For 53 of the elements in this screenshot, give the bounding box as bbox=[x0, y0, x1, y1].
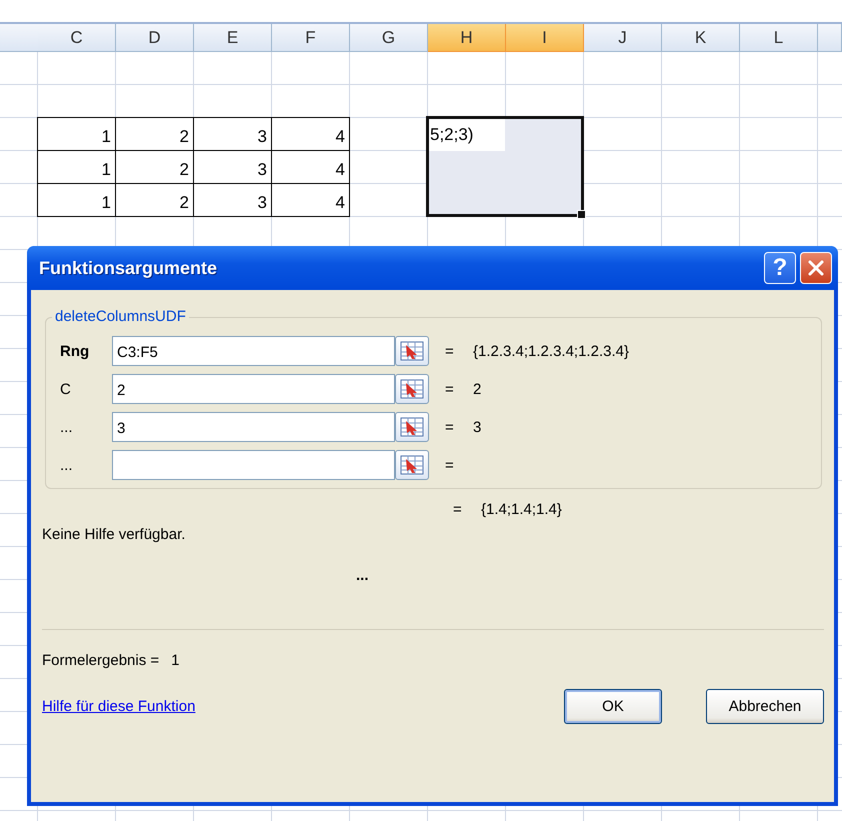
column-header[interactable]: H bbox=[428, 24, 506, 52]
argument-field[interactable]: 3 bbox=[112, 412, 395, 442]
column-header[interactable]: J bbox=[584, 24, 662, 52]
help-button[interactable]: ? bbox=[764, 252, 796, 284]
argument-description: ... bbox=[356, 567, 369, 584]
dialog-button[interactable]: OK bbox=[564, 689, 662, 724]
column-header[interactable]: E bbox=[194, 24, 272, 52]
fill-handle[interactable] bbox=[577, 210, 586, 219]
collapse-dialog-button[interactable] bbox=[395, 374, 429, 404]
argument-field[interactable]: 2 bbox=[112, 374, 395, 404]
equals-sign: = bbox=[445, 342, 455, 360]
argument-field[interactable] bbox=[112, 450, 395, 480]
table-cell: 1 bbox=[37, 117, 116, 151]
column-header[interactable]: C bbox=[38, 24, 116, 52]
table-cell: 4 bbox=[271, 117, 350, 151]
argument-value: {1.2.3.4;1.2.3.4;1.2.3.4} bbox=[473, 342, 629, 360]
column-header[interactable]: D bbox=[116, 24, 194, 52]
dialog-button[interactable]: Abbrechen bbox=[706, 689, 824, 724]
function-description: Keine Hilfe verfügbar. bbox=[42, 526, 186, 543]
equals-sign: = bbox=[445, 380, 455, 398]
column-header[interactable]: F bbox=[272, 24, 350, 52]
column-header-corner bbox=[0, 24, 38, 52]
collapse-dialog-button[interactable] bbox=[395, 450, 429, 480]
sheet-arrow-icon bbox=[399, 378, 425, 400]
argument-field[interactable]: C3:F5 bbox=[112, 336, 395, 366]
equals-sign: = bbox=[453, 501, 463, 518]
argument-label: ... bbox=[60, 456, 74, 474]
close-button[interactable] bbox=[800, 252, 832, 284]
argument-label: ... bbox=[60, 418, 74, 436]
column-header[interactable]: L bbox=[740, 24, 818, 52]
equals-sign: = bbox=[445, 418, 455, 436]
collapse-dialog-button[interactable] bbox=[395, 336, 429, 366]
argument-label: Rng bbox=[60, 342, 90, 360]
column-header[interactable]: G bbox=[350, 24, 428, 52]
close-icon bbox=[807, 259, 825, 277]
column-header[interactable]: I bbox=[506, 24, 584, 52]
argument-value: 2 bbox=[473, 380, 482, 398]
collapse-dialog-button[interactable] bbox=[395, 412, 429, 442]
formula-result-value: 1 bbox=[171, 652, 180, 669]
argument-label: C bbox=[60, 380, 72, 398]
function-result: {1.4;1.4;1.4} bbox=[481, 501, 562, 518]
cell-formula-text: 5;2;3) bbox=[429, 125, 474, 145]
argument-value: 3 bbox=[473, 418, 482, 436]
sheet-arrow-icon bbox=[399, 340, 425, 362]
table-cell: 4 bbox=[271, 183, 350, 217]
window-title: Funktionsargumente bbox=[39, 258, 218, 278]
table-cell: 1 bbox=[37, 183, 116, 217]
column-header[interactable]: K bbox=[662, 24, 740, 52]
equals-sign: = bbox=[445, 456, 455, 474]
sheet-arrow-icon bbox=[399, 454, 425, 476]
sheet-arrow-icon bbox=[399, 416, 425, 438]
help-link[interactable]: Hilfe für diese Funktion bbox=[42, 698, 520, 715]
formula-result-label: Formelergebnis = bbox=[42, 652, 160, 669]
